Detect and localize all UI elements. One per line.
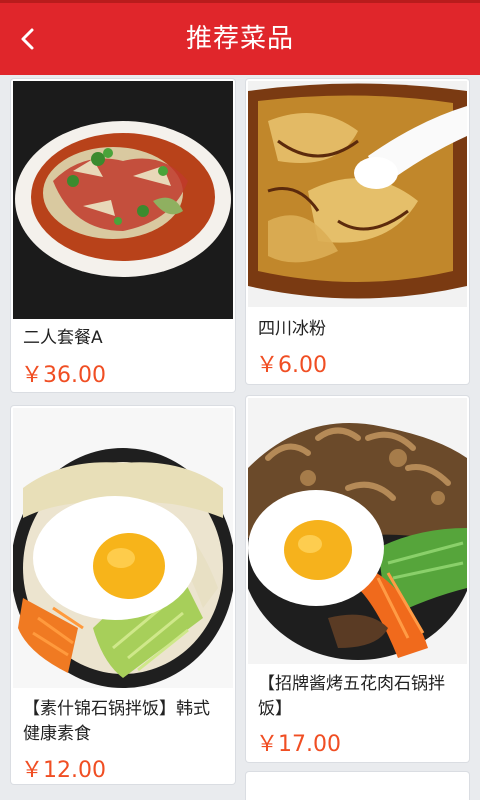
page-title: 推荐菜品 xyxy=(185,24,294,54)
dish-card[interactable]: 四川冰粉 ￥6.00 xyxy=(246,79,469,384)
dish-name: 二人套餐A xyxy=(23,328,103,348)
dish-card[interactable] xyxy=(246,772,469,800)
dish-price: ￥6.00 xyxy=(256,353,327,378)
dish-price: ￥12.00 xyxy=(21,758,106,783)
dish-price: ￥36.00 xyxy=(21,363,106,388)
dish-card[interactable]: 二人套餐A ￥36.00 xyxy=(11,79,235,392)
dish-price: ￥17.00 xyxy=(256,732,341,757)
dish-photo xyxy=(13,408,233,688)
dish-photo xyxy=(248,81,467,307)
dish-card[interactable]: 【招牌酱烤五花肉石锅拌饭】 ￥17.00 xyxy=(246,396,469,762)
dish-card[interactable]: 【素什锦石锅拌饭】韩式健康素食 ￥12.00 xyxy=(11,406,235,784)
dish-photo xyxy=(248,398,467,664)
dish-name: 【招牌酱烤五花肉石锅拌饭】 xyxy=(258,674,445,719)
dish-photo xyxy=(13,81,233,319)
app-header: 推荐菜品 xyxy=(0,3,480,75)
dish-name: 四川冰粉 xyxy=(258,319,326,339)
dish-name: 【素什锦石锅拌饭】韩式健康素食 xyxy=(23,699,210,744)
